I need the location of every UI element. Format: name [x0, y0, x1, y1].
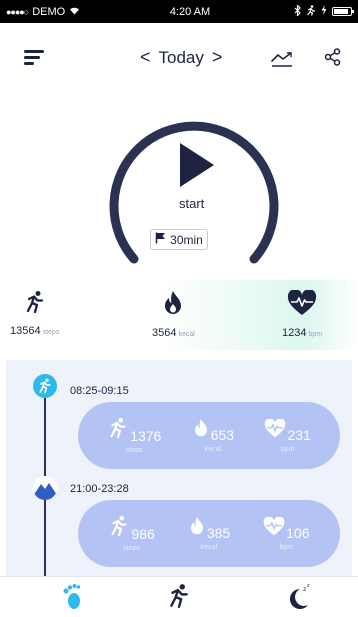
calories-value: 3564: [152, 327, 177, 339]
share-icon[interactable]: [324, 48, 342, 71]
workout-progress-ring: [109, 121, 279, 264]
steps-value: 13564: [10, 325, 41, 337]
trend-chart-icon[interactable]: [270, 50, 294, 73]
sleep-moon-icon[interactable]: z z: [286, 583, 312, 616]
session-steps: 1376 steps: [107, 417, 161, 454]
footprint-icon[interactable]: [60, 583, 84, 616]
flag-icon: [155, 232, 166, 247]
session-mountain-icon: [33, 476, 57, 500]
header: < Today >: [0, 23, 358, 95]
heart-rate-value: 1234: [282, 327, 307, 339]
bluetooth-icon: [294, 3, 301, 19]
activity-status-icon: [306, 4, 316, 19]
status-time: 4:20 AM: [169, 5, 211, 18]
session-card[interactable]: 986 steps 385 kecal 106 bpm: [78, 500, 340, 567]
session-time: 08:25-09:15: [70, 385, 129, 397]
steps-stat: 13564 steps: [10, 290, 59, 337]
session-heart-rate-label: bpm: [279, 543, 294, 551]
heart-rate-icon: [287, 289, 317, 321]
session-calories-label: kecal: [204, 446, 222, 453]
running-icon: [108, 515, 130, 542]
running-icon[interactable]: [166, 583, 192, 614]
calories-unit: kecal: [178, 331, 195, 338]
session-heart-rate-value: 231: [287, 426, 311, 443]
svg-text:z: z: [307, 583, 310, 589]
running-icon: [107, 417, 129, 444]
session-time: 21:00-23:28: [70, 483, 129, 495]
flame-icon: [188, 516, 206, 541]
signal-icon: ●●●●○: [6, 6, 29, 17]
session-heart-rate: 106 bpm: [263, 515, 310, 551]
carrier-label: DEMO: [32, 5, 66, 18]
calories-stat: 3564 kecal: [152, 290, 195, 339]
bottom-navigation: z z: [0, 576, 358, 617]
session-steps-value: 986: [131, 526, 155, 542]
session-heart-rate-value: 106: [286, 524, 310, 541]
date-label: Today: [158, 47, 204, 67]
menu-icon[interactable]: [24, 50, 44, 66]
heart-rate-icon: [263, 515, 285, 541]
session-card[interactable]: 1376 steps 653 kecal 231 bpm: [78, 402, 340, 469]
session-calories-value: 385: [206, 525, 231, 541]
start-label[interactable]: start: [179, 196, 204, 211]
duration-label: 30min: [170, 232, 203, 247]
session-steps-label: steps: [123, 545, 141, 552]
steps-unit: steps: [42, 329, 60, 336]
session-steps-label: steps: [125, 447, 143, 454]
status-bar: ●●●●○ DEMO 4:20 AM: [0, 0, 358, 23]
session-steps: 986 steps: [108, 515, 155, 552]
session-calories-value: 653: [210, 427, 235, 443]
heart-rate-stat: 1234 bpm: [282, 289, 323, 339]
charging-icon: [321, 5, 327, 18]
wifi-icon: [69, 6, 80, 18]
session-calories-label: kecal: [200, 544, 218, 551]
battery-icon: [332, 7, 354, 16]
date-navigator: < Today >: [140, 47, 222, 68]
heart-rate-icon: [264, 417, 286, 443]
duration-selector[interactable]: 30min: [150, 229, 208, 250]
flame-icon: [161, 290, 185, 321]
svg-text:z: z: [303, 586, 306, 593]
session-heart-rate: 231 bpm: [264, 417, 311, 453]
session-running-icon: [33, 374, 57, 398]
session-calories: 653 kecal: [192, 418, 234, 453]
running-icon: [23, 290, 47, 319]
previous-day-button[interactable]: <: [140, 47, 151, 68]
session-calories: 385 kecal: [188, 516, 230, 551]
heart-rate-unit: bpm: [308, 331, 323, 338]
play-button[interactable]: [180, 143, 214, 187]
session-steps-value: 1376: [130, 428, 162, 444]
session-heart-rate-label: bpm: [280, 445, 295, 453]
next-day-button[interactable]: >: [212, 47, 223, 68]
flame-icon: [192, 418, 210, 443]
